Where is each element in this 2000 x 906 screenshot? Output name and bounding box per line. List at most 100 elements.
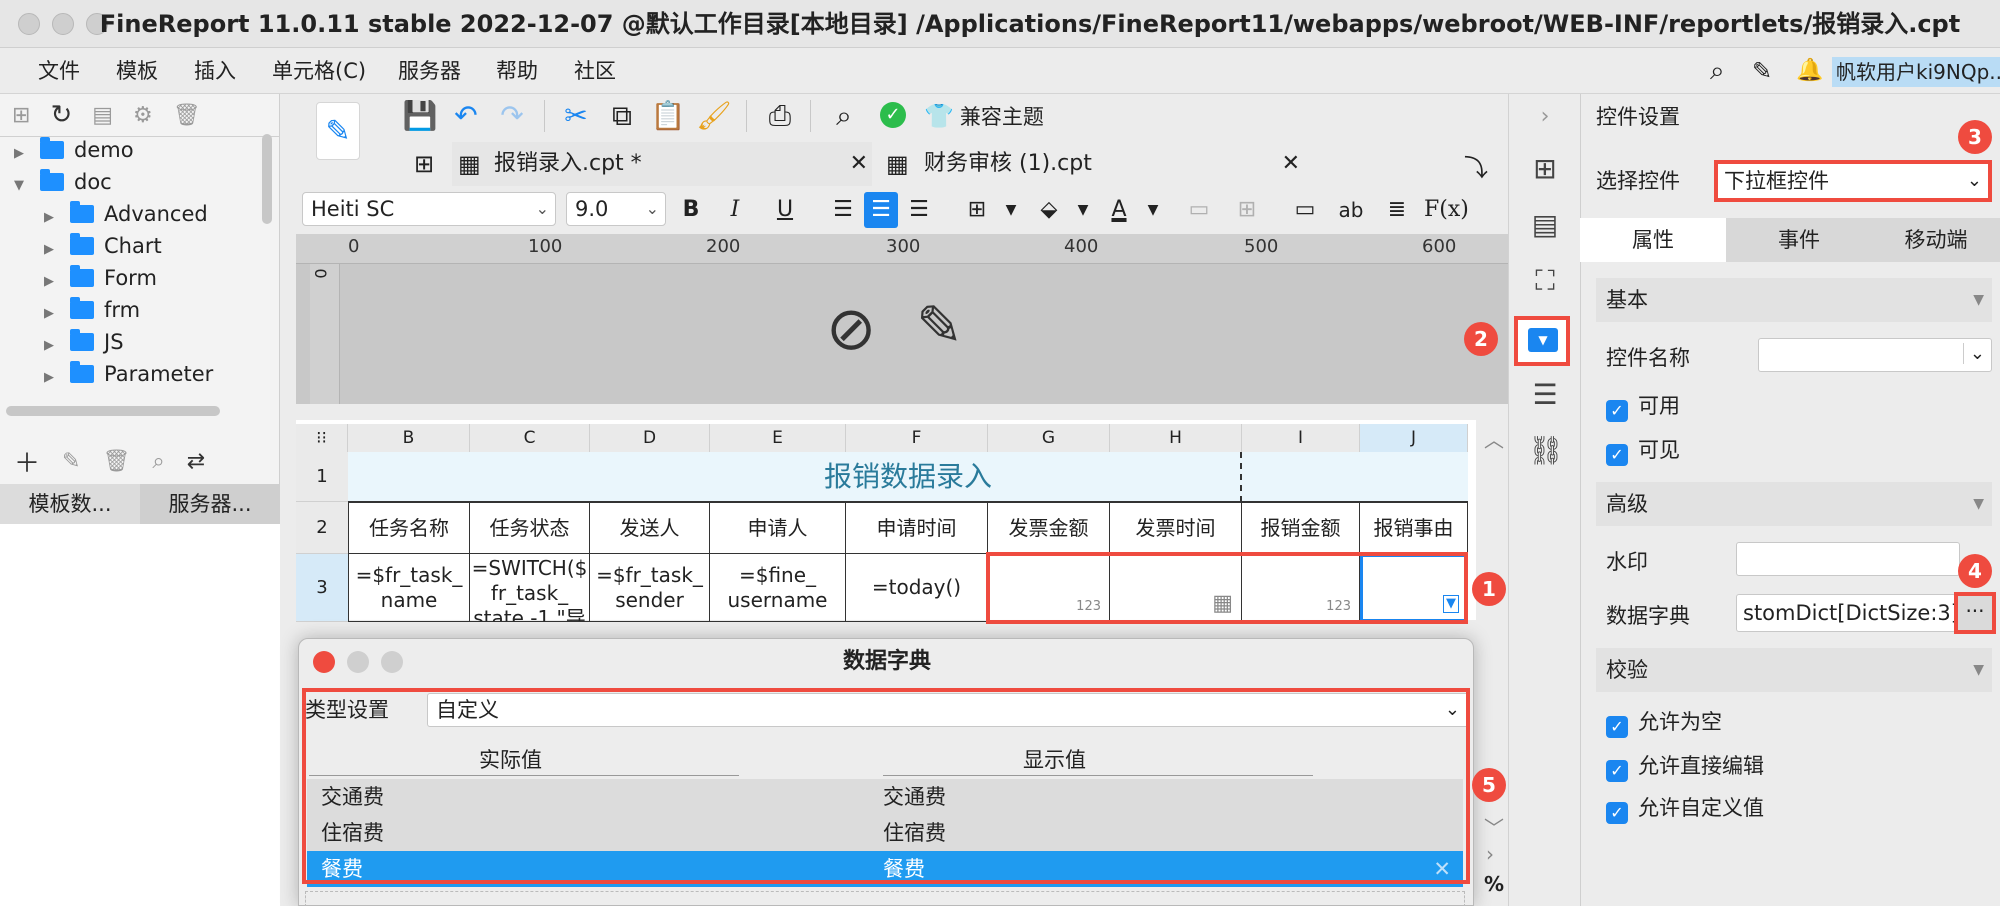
font-color-icon[interactable]: A [1102, 192, 1136, 228]
formula-cell[interactable]: =$fr_task_ sender [590, 554, 710, 622]
text-search-icon[interactable]: ⎙ [762, 94, 798, 138]
format-painter-icon[interactable]: 🖌 [696, 94, 732, 138]
widget-type-select[interactable]: 下拉框控件 ⌄ [1718, 164, 1988, 198]
underline-button[interactable]: U [768, 192, 802, 228]
header-cell[interactable]: 发送人 [590, 502, 710, 554]
close-tab-icon[interactable]: ✕ [1282, 142, 1300, 186]
sheet-title-cell[interactable]: 报销数据录入 [348, 452, 1468, 502]
wrap-text-icon[interactable]: ≣ [1380, 192, 1414, 228]
tree-item-parameter[interactable]: ▶ Parameter [44, 358, 213, 390]
settings-icon[interactable]: ⚙ [133, 103, 153, 128]
save-icon[interactable]: 💾 [402, 94, 438, 138]
edit-icon[interactable]: ✎ [62, 449, 80, 474]
tree-scrollbar[interactable] [262, 134, 272, 224]
corner-cell[interactable]: ⁝⁝ [296, 424, 348, 452]
widget-settings-icon[interactable]: ▼ [1528, 328, 1558, 352]
menu-insert[interactable]: 插入 [194, 48, 236, 94]
row-header[interactable]: 3 [296, 554, 348, 622]
delete-icon[interactable]: 🗑 [102, 449, 130, 474]
tab-report-entry[interactable]: ▦ 报销录入.cpt * ✕ [452, 142, 872, 186]
tree-h-scrollbar[interactable] [6, 406, 220, 416]
header-cell[interactable]: 申请人 [710, 502, 846, 554]
condition-attribute-icon[interactable]: ☰ [1528, 378, 1562, 412]
check-template-icon[interactable]: ⌕ [826, 94, 862, 138]
header-cell[interactable]: 报销金额 [1242, 502, 1360, 554]
formula-button[interactable]: F(x) [1424, 192, 1469, 228]
tree-item-form[interactable]: ▶ Form [44, 262, 157, 294]
row-header[interactable]: 1 [296, 452, 348, 502]
tab-mobile[interactable]: 移动端 [1872, 218, 2000, 262]
chevron-right-icon[interactable]: › [1528, 100, 1562, 134]
refresh-icon[interactable]: ↻ [50, 100, 72, 130]
visible-checkbox[interactable]: ✓ 可见 [1606, 436, 1680, 466]
tree-item-chart[interactable]: ▶ Chart [44, 230, 162, 262]
menu-server[interactable]: 服务器 [398, 48, 461, 94]
menu-community[interactable]: 社区 [574, 48, 616, 94]
data-dict-input[interactable]: stomDict[DictSize:3] [1736, 594, 1956, 632]
section-advanced[interactable]: 高级 ▼ [1596, 482, 1992, 526]
fill-color-icon[interactable]: ⬙ [1032, 192, 1066, 228]
merge-cells-icon[interactable]: ▭ [1182, 192, 1216, 228]
cut-icon[interactable]: ✂ [558, 94, 594, 138]
column-header[interactable]: G [988, 424, 1110, 452]
align-right-icon[interactable]: ☰ [902, 192, 936, 228]
hyperlink-icon[interactable]: ⛓ [1528, 434, 1564, 468]
tab-menu-icon[interactable]: ⤵ [1464, 148, 1488, 183]
allow-custom-checkbox[interactable]: ✓ 允许自定义值 [1606, 794, 1764, 824]
pencil-icon[interactable]: ✎ [916, 294, 963, 359]
copy-icon[interactable]: ⧉ [604, 94, 640, 138]
tree-item-advanced[interactable]: ▶ Advanced [44, 198, 208, 230]
header-cell[interactable]: 报销事由 [1360, 502, 1468, 554]
header-cell[interactable]: 发票金额 [988, 502, 1110, 554]
formula-cell[interactable]: =$fine_ username [710, 554, 846, 622]
align-left-icon[interactable]: ☰ [826, 192, 860, 228]
column-header[interactable]: D [590, 424, 710, 452]
formula-cell[interactable]: =$fr_task_ name [348, 554, 470, 622]
enabled-checkbox[interactable]: ✓ 可用 [1606, 392, 1680, 422]
parameter-canvas[interactable]: ⊘ ✎ [296, 264, 1508, 404]
edit-doc-icon[interactable]: ✎ [1752, 48, 1772, 94]
border-icon[interactable]: ⊞ [960, 192, 994, 228]
unmerge-cells-icon[interactable]: ⊞ [1230, 192, 1264, 228]
row-header[interactable]: 2 [296, 502, 348, 554]
zoom-percent[interactable]: % [1484, 872, 1504, 896]
template-design-icon[interactable]: ✎ [316, 102, 360, 160]
menu-help[interactable]: 帮助 [496, 48, 538, 94]
template-info-icon[interactable]: ▤ [92, 103, 113, 128]
column-header[interactable]: H [1110, 424, 1242, 452]
font-family-select[interactable]: Heiti SC ⌄ [302, 192, 556, 226]
delete-icon[interactable]: 🗑 [173, 103, 201, 128]
tab-template-data[interactable]: 模板数... [0, 484, 140, 524]
italic-button[interactable]: I [718, 192, 752, 228]
menu-template[interactable]: 模板 [116, 48, 158, 94]
column-header[interactable]: I [1242, 424, 1360, 452]
cell-attribute-icon[interactable]: ▤ [1528, 208, 1562, 242]
compat-theme-button[interactable]: 👕 兼容主题 [924, 94, 1044, 138]
menu-cell[interactable]: 单元格(C) [272, 48, 366, 94]
tree-item-frm[interactable]: ▶ frm [44, 294, 140, 326]
check-ok-icon[interactable]: ✓ [880, 102, 906, 128]
header-cell[interactable]: 发票时间 [1110, 502, 1242, 554]
tree-item-demo[interactable]: ▶ demo [14, 134, 134, 166]
text-style-button[interactable]: ab [1334, 192, 1368, 228]
float-element-icon[interactable]: ⛶ [1528, 264, 1562, 298]
chevron-up-icon[interactable]: ︿ [1480, 424, 1508, 452]
chevron-down-icon[interactable]: ▼ [1136, 192, 1170, 228]
allow-edit-checkbox[interactable]: ✓ 允许直接编辑 [1606, 752, 1764, 782]
cell-element-icon[interactable]: ⊞ [1528, 152, 1562, 186]
new-folder-icon[interactable]: ⊞ [12, 103, 30, 128]
formula-cell[interactable]: =today() [846, 554, 988, 622]
close-tab-icon[interactable]: ✕ [850, 142, 868, 186]
align-center-icon[interactable]: ☰ [864, 192, 898, 228]
font-size-select[interactable]: 9.0 ⌄ [566, 192, 666, 226]
chevron-down-icon[interactable]: ﹀ [1484, 812, 1504, 841]
tree-item-doc[interactable]: ▼ doc [14, 166, 112, 198]
tab-events[interactable]: 事件 [1726, 218, 1872, 262]
header-cell[interactable]: 任务状态 [470, 502, 590, 554]
connection-icon[interactable]: ⇄ [187, 449, 205, 474]
chevron-down-icon[interactable]: ▼ [1066, 192, 1100, 228]
tree-item-js[interactable]: ▶ JS [44, 326, 124, 358]
undo-icon[interactable]: ↶ [448, 94, 484, 138]
menu-file[interactable]: 文件 [38, 48, 80, 94]
user-account[interactable]: 帆软用户ki9NQp... [1832, 57, 2000, 87]
